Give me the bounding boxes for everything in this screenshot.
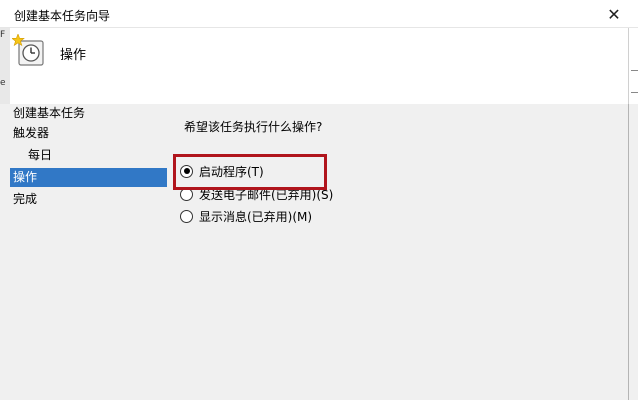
create-basic-task-wizard: F e 创建基本任务向导 ✕ 操作 创建基本任务 触发器 每日 操作 完成 希望… [0,0,638,400]
highlight-annotation [173,154,327,190]
option-display-message[interactable]: 显示消息(已弃用)(M) [180,207,312,225]
background-window-edge: F e [0,28,10,104]
close-icon: ✕ [607,4,621,24]
wizard-body: 创建基本任务 触发器 每日 操作 完成 希望该任务执行什么操作? 启动程序(T)… [10,104,638,400]
close-button[interactable]: ✕ [594,0,634,28]
background-fragment: F [0,30,6,40]
background-window-edge-right [628,28,638,104]
step-list: 创建基本任务 触发器 每日 操作 完成 [10,104,168,400]
window-right-border [628,104,629,400]
action-prompt: 希望该任务执行什么操作? [184,120,323,134]
step-create-basic-task[interactable]: 创建基本任务 [10,104,167,123]
title-bar: 创建基本任务向导 ✕ [0,0,638,28]
window-title: 创建基本任务向导 [14,9,111,23]
page-title: 操作 [60,48,87,63]
step-trigger[interactable]: 触发器 [10,124,167,143]
radio-button[interactable] [180,209,193,223]
step-daily[interactable]: 每日 [10,146,167,165]
wizard-header: 操作 [10,28,628,104]
step-finish[interactable]: 完成 [10,190,167,209]
step-action[interactable]: 操作 [10,168,167,187]
background-fragment: e [0,78,6,88]
task-clock-icon [12,34,44,66]
option-label: 显示消息(已弃用)(M) [199,209,313,224]
